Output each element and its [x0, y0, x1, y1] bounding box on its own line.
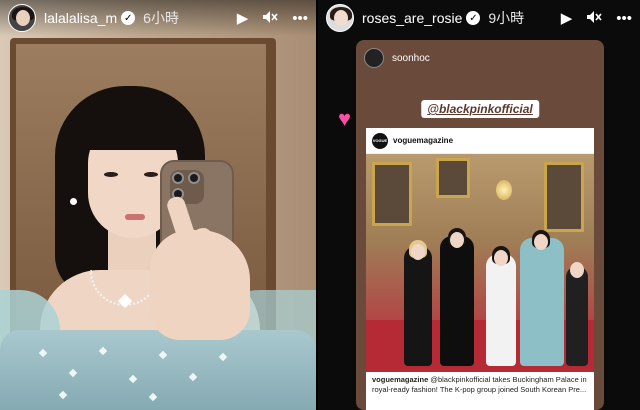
caption-username[interactable]: voguemagazine	[372, 375, 428, 384]
mention-sticker[interactable]: @blackpinkofficial	[421, 100, 539, 118]
repost-header: soonhoc	[364, 48, 430, 68]
painting	[544, 162, 584, 232]
painting	[372, 162, 412, 226]
chandelier	[496, 180, 512, 200]
more-options-icon[interactable]: •••	[616, 11, 632, 26]
post-image	[366, 154, 594, 372]
person	[404, 246, 432, 366]
verified-badge-icon: ✓	[121, 11, 136, 25]
story-card: soonhoc VOGUE voguemagazine voguemagazin…	[356, 40, 604, 410]
person	[440, 236, 474, 366]
left-story-panel[interactable]: lalalalisa_m ✓ 6小時 ▶ •••	[0, 0, 316, 410]
story-photo	[0, 0, 316, 410]
photo-lips	[125, 214, 145, 220]
person	[566, 266, 588, 366]
repost-avatar[interactable]	[364, 48, 384, 68]
photo-bangs	[80, 104, 188, 150]
post-time: 9小時	[488, 10, 525, 26]
play-icon[interactable]: ▶	[237, 11, 249, 26]
play-icon[interactable]: ▶	[561, 11, 573, 26]
repost-username[interactable]: soonhoc	[392, 53, 430, 64]
photo-dress	[0, 330, 316, 410]
post-username[interactable]: voguemagazine	[393, 136, 453, 145]
story-header: roses_are_rosie ✓ 9小時 ▶ •••	[318, 0, 640, 36]
heart-sticker-icon: ♥	[338, 106, 352, 131]
post-header: VOGUE voguemagazine	[366, 128, 594, 154]
more-options-icon[interactable]: •••	[292, 11, 308, 26]
painting	[436, 158, 470, 198]
avatar[interactable]	[326, 4, 354, 32]
photo-eye-right	[144, 172, 158, 177]
username[interactable]: roses_are_rosie	[362, 10, 462, 26]
post-caption: voguemagazine @blackpinkofficial takes B…	[366, 372, 594, 410]
username[interactable]: lalalalisa_m	[44, 10, 117, 26]
story-header: lalalalisa_m ✓ 6小時 ▶ •••	[0, 0, 316, 36]
avatar[interactable]	[8, 4, 36, 32]
mute-icon[interactable]	[262, 10, 278, 27]
story-controls: ▶ •••	[237, 10, 308, 27]
right-story-panel[interactable]: roses_are_rosie ✓ 9小時 ▶ ••• soonhoc VOGU…	[318, 0, 640, 410]
mute-icon[interactable]	[586, 10, 602, 27]
photo-earring	[70, 198, 77, 205]
post-time: 6小時	[143, 10, 179, 26]
person	[520, 238, 564, 366]
vogue-logo-icon: VOGUE	[372, 132, 388, 149]
verified-badge-icon: ✓	[466, 11, 481, 25]
story-controls: ▶ •••	[561, 10, 632, 27]
embedded-post[interactable]: VOGUE voguemagazine voguemagazine @black…	[366, 128, 594, 410]
photo-eye-left	[104, 172, 118, 177]
person	[486, 254, 516, 366]
